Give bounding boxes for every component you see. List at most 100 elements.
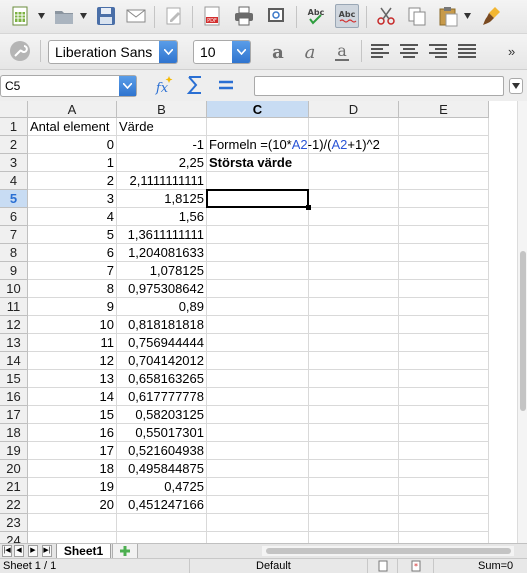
cell-b[interactable]: 1,3611111111 xyxy=(117,226,207,244)
cell-b[interactable]: 0,975308642 xyxy=(117,280,207,298)
cell-d[interactable] xyxy=(309,190,399,208)
cell-e[interactable] xyxy=(399,118,489,136)
row-header[interactable]: 24 xyxy=(0,532,28,543)
cell-e[interactable] xyxy=(399,172,489,190)
cell-b[interactable]: 2,25 xyxy=(117,154,207,172)
expand-formula-button[interactable] xyxy=(509,78,523,94)
row-header[interactable]: 16 xyxy=(0,388,28,406)
cell-d[interactable] xyxy=(309,262,399,280)
align-left-button[interactable] xyxy=(368,40,392,64)
column-header-b[interactable]: B xyxy=(117,101,207,118)
sheet-tab[interactable]: Sheet1 xyxy=(56,544,111,559)
cell-e[interactable] xyxy=(399,136,489,154)
row-header[interactable]: 23 xyxy=(0,514,28,532)
document-modified-indicator[interactable]: * xyxy=(398,559,434,573)
cell-b[interactable]: 2,1111111111 xyxy=(117,172,207,190)
vertical-scrollbar[interactable] xyxy=(517,101,527,543)
row-header[interactable]: 22 xyxy=(0,496,28,514)
cell-c[interactable] xyxy=(207,406,309,424)
cell-e[interactable] xyxy=(399,316,489,334)
cell-a[interactable]: 0 xyxy=(28,136,117,154)
cell-d[interactable] xyxy=(309,442,399,460)
cell-e[interactable] xyxy=(399,514,489,532)
row-header[interactable]: 5 xyxy=(0,190,28,208)
cell-e[interactable] xyxy=(399,208,489,226)
cell-a[interactable]: 20 xyxy=(28,496,117,514)
cut-button[interactable] xyxy=(374,4,398,28)
cell-d[interactable] xyxy=(309,226,399,244)
previous-sheet-button[interactable]: ◀ xyxy=(14,545,24,557)
row-header[interactable]: 6 xyxy=(0,208,28,226)
cell-a[interactable]: 13 xyxy=(28,370,117,388)
cell-d[interactable] xyxy=(309,208,399,226)
cell-b[interactable] xyxy=(117,514,207,532)
cell-b[interactable]: 0,495844875 xyxy=(117,460,207,478)
cell-d[interactable] xyxy=(309,334,399,352)
cell-b[interactable]: 1,204081633 xyxy=(117,244,207,262)
cell-c[interactable] xyxy=(207,370,309,388)
cell-c[interactable]: Största värde xyxy=(207,154,309,172)
cell-d[interactable] xyxy=(309,316,399,334)
last-sheet-button[interactable]: ▶| xyxy=(42,545,52,557)
horizontal-scroll-thumb[interactable] xyxy=(266,548,511,554)
cell-b[interactable]: Värde xyxy=(117,118,207,136)
sum-button[interactable] xyxy=(183,73,207,97)
row-header[interactable]: 13 xyxy=(0,334,28,352)
spellcheck-button[interactable]: Abc xyxy=(304,4,328,28)
row-header[interactable]: 4 xyxy=(0,172,28,190)
cell-a[interactable]: 14 xyxy=(28,388,117,406)
font-size-dropdown[interactable] xyxy=(232,41,250,63)
row-header[interactable]: 2 xyxy=(0,136,28,154)
row-header[interactable]: 12 xyxy=(0,316,28,334)
cell-b[interactable]: 1,56 xyxy=(117,208,207,226)
print-preview-button[interactable] xyxy=(264,4,288,28)
row-header[interactable]: 1 xyxy=(0,118,28,136)
cell-e[interactable] xyxy=(399,280,489,298)
cell-d[interactable] xyxy=(309,532,399,543)
cell-d[interactable] xyxy=(309,136,399,154)
cell-d[interactable] xyxy=(309,280,399,298)
select-all-corner[interactable] xyxy=(0,101,28,118)
cell-e[interactable] xyxy=(399,424,489,442)
cell-a[interactable] xyxy=(28,532,117,543)
cell-a[interactable]: 4 xyxy=(28,208,117,226)
row-header[interactable]: 15 xyxy=(0,370,28,388)
spreadsheet-grid[interactable]: A B C D E 1 Antal element Värde 2 0 -1 Formeln =(10… xyxy=(0,101,517,543)
cell-c[interactable] xyxy=(207,118,309,136)
open-button[interactable] xyxy=(52,4,76,28)
cell-c[interactable] xyxy=(207,172,309,190)
row-header[interactable]: 8 xyxy=(0,244,28,262)
cell-e[interactable] xyxy=(399,406,489,424)
cell-e[interactable] xyxy=(399,388,489,406)
cell-e[interactable] xyxy=(399,478,489,496)
auto-spellcheck-toggle[interactable]: Abc xyxy=(335,4,359,28)
cell-b[interactable]: 0,89 xyxy=(117,298,207,316)
cell-c[interactable] xyxy=(207,226,309,244)
paste-button[interactable] xyxy=(436,4,460,28)
cell-d[interactable] xyxy=(309,406,399,424)
cell-d[interactable] xyxy=(309,154,399,172)
cell-a[interactable]: 3 xyxy=(28,190,117,208)
cell-a[interactable]: 2 xyxy=(28,172,117,190)
column-header-c[interactable]: C xyxy=(207,101,309,118)
cell-c[interactable] xyxy=(207,190,309,208)
cell-c[interactable] xyxy=(207,262,309,280)
cell-c[interactable] xyxy=(207,514,309,532)
first-sheet-button[interactable]: |◀ xyxy=(2,545,12,557)
cell-e[interactable] xyxy=(399,190,489,208)
cell-e[interactable] xyxy=(399,298,489,316)
cell-d[interactable] xyxy=(309,370,399,388)
row-header[interactable]: 20 xyxy=(0,460,28,478)
row-header[interactable]: 7 xyxy=(0,226,28,244)
cell-e[interactable] xyxy=(399,154,489,172)
styles-button[interactable] xyxy=(8,39,32,63)
row-header[interactable]: 10 xyxy=(0,280,28,298)
horizontal-scrollbar[interactable] xyxy=(262,546,514,556)
row-header[interactable]: 9 xyxy=(0,262,28,280)
cell-d[interactable] xyxy=(309,424,399,442)
cell-b[interactable]: 0,4725 xyxy=(117,478,207,496)
cell-d[interactable] xyxy=(309,478,399,496)
cell-c[interactable] xyxy=(207,460,309,478)
name-box-dropdown[interactable] xyxy=(119,76,136,96)
cell-e[interactable] xyxy=(399,370,489,388)
